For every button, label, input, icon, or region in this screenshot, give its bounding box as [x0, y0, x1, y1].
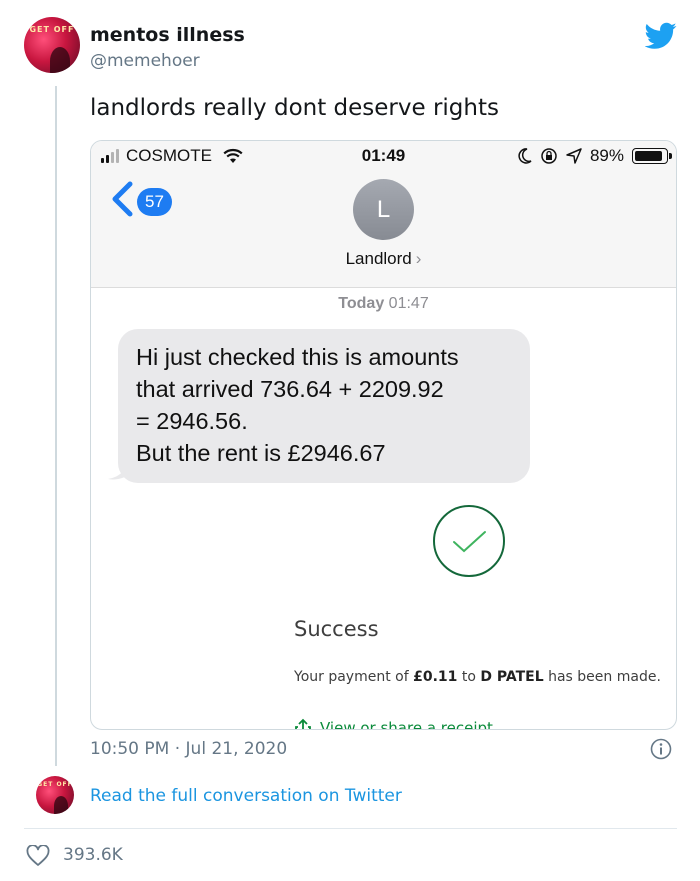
payment-detail: Your payment of £0.11 to D PATEL has bee…	[294, 669, 661, 685]
message-line: = 2946.56.	[136, 408, 248, 434]
author-name[interactable]: mentos illness	[90, 24, 245, 46]
avatar-lettering: GET OFF	[37, 781, 73, 788]
message-timestamp: Today 01:47	[91, 295, 676, 313]
heart-icon[interactable]	[26, 845, 50, 867]
message-time: 01:47	[388, 295, 429, 312]
thread-line	[55, 86, 57, 766]
tweet-media-image[interactable]: COSMOTE 01:49 89% 57 L Landlord › Today …	[90, 140, 677, 730]
tweet-timestamp[interactable]: 10:50 PM · Jul 21, 2020	[90, 739, 287, 759]
info-icon[interactable]	[650, 738, 672, 760]
contact-avatar[interactable]: L	[353, 179, 414, 240]
payment-detail-prefix: Your payment of	[294, 669, 414, 685]
receipt-link[interactable]: View or share a receipt	[294, 718, 493, 730]
payment-payee: D PATEL	[480, 669, 544, 685]
message-line: Hi just checked this is amounts	[136, 344, 459, 370]
twitter-bird-icon[interactable]	[645, 22, 677, 50]
orientation-lock-icon	[541, 148, 557, 164]
avatar-lettering: GET OFF	[29, 25, 75, 34]
author-avatar[interactable]: GET OFF	[24, 17, 80, 73]
receipt-link-label: View or share a receipt	[320, 719, 493, 730]
payment-amount: £0.11	[413, 669, 458, 685]
back-unread-badge[interactable]: 57	[137, 188, 172, 216]
back-chevron-icon[interactable]	[109, 181, 135, 217]
message-bubble: Hi just checked this is amounts that arr…	[118, 329, 530, 483]
message-day: Today	[338, 295, 385, 312]
payment-detail-mid: to	[457, 669, 481, 685]
avatar-figure	[54, 796, 68, 814]
message-line: that arrived 736.64 + 2209.92	[136, 376, 444, 402]
payment-success-title: Success	[294, 617, 379, 641]
location-arrow-icon	[566, 148, 582, 164]
battery-icon	[632, 148, 672, 164]
payment-detail-suffix: has been made.	[543, 669, 661, 685]
imessage-header: COSMOTE 01:49 89% 57 L Landlord ›	[91, 141, 676, 288]
avatar-figure	[50, 47, 70, 73]
author-avatar-small[interactable]: GET OFF	[36, 776, 74, 814]
tweet-text: landlords really dont deserve rights	[90, 95, 499, 121]
contact-name[interactable]: Landlord ›	[91, 249, 676, 269]
status-right: 89%	[518, 146, 672, 166]
divider	[24, 828, 677, 829]
share-icon	[295, 718, 311, 729]
message-line: But the rent is £2946.67	[136, 440, 386, 466]
read-conversation-link[interactable]: Read the full conversation on Twitter	[90, 786, 402, 806]
chevron-right-icon: ›	[415, 249, 422, 268]
battery-percent: 89%	[589, 146, 624, 165]
bubble-tail	[108, 459, 132, 480]
contact-name-label: Landlord	[345, 249, 412, 268]
author-handle[interactable]: @memehoer	[90, 51, 200, 71]
moon-icon	[518, 148, 532, 164]
checkmark-circle-icon	[433, 505, 505, 577]
like-count[interactable]: 393.6K	[63, 845, 123, 865]
